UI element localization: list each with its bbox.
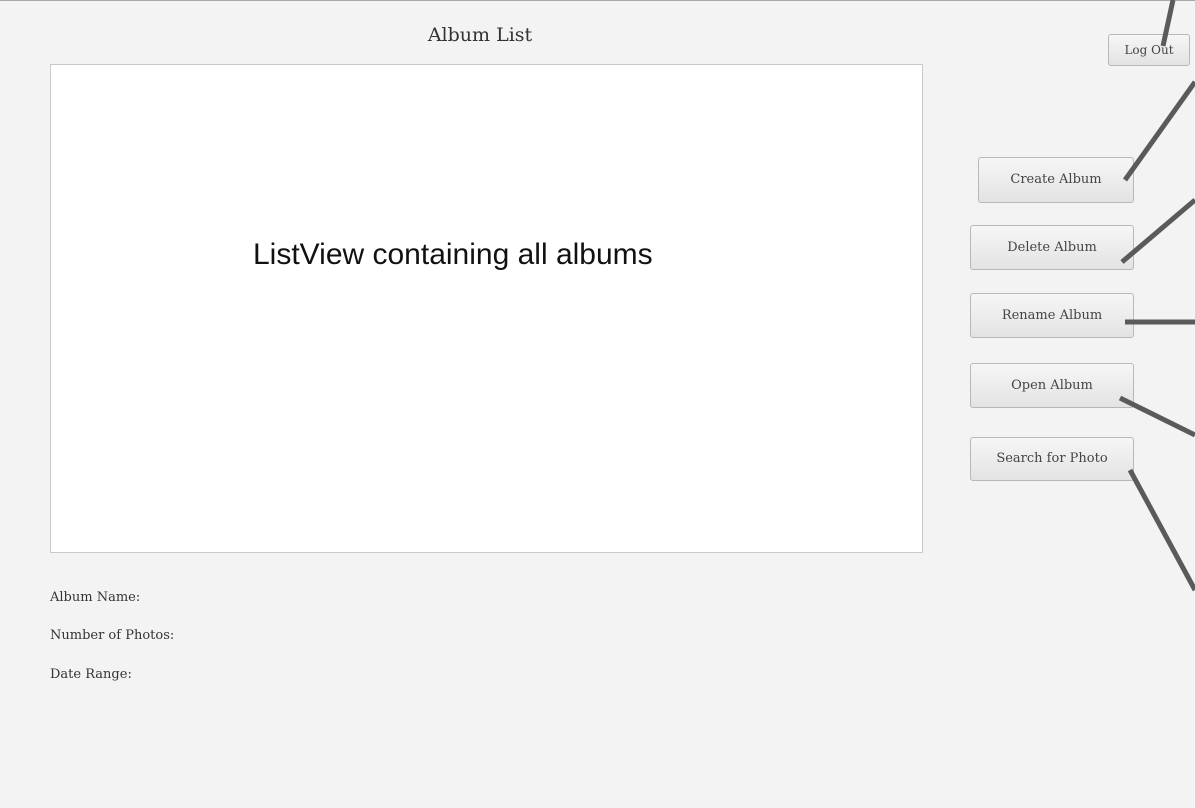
list-view-annotation: ListView containing all albums: [253, 238, 653, 271]
top-divider: [0, 0, 1195, 1]
rename-album-button[interactable]: Rename Album: [970, 293, 1134, 338]
annotation-line-create: [1122, 80, 1195, 182]
open-album-button[interactable]: Open Album: [970, 363, 1134, 408]
page-title: Album List: [427, 24, 533, 46]
delete-album-button[interactable]: Delete Album: [970, 225, 1134, 270]
annotation-line-search: [1127, 468, 1195, 592]
create-album-button[interactable]: Create Album: [978, 157, 1134, 203]
album-list-view[interactable]: ListView containing all albums: [50, 64, 923, 553]
date-range-label: Date Range:: [50, 667, 132, 682]
photo-count-label: Number of Photos:: [50, 628, 175, 643]
log-out-button[interactable]: Log Out: [1108, 34, 1190, 66]
search-photo-button[interactable]: Search for Photo: [970, 437, 1134, 481]
album-name-label: Album Name:: [50, 590, 141, 605]
